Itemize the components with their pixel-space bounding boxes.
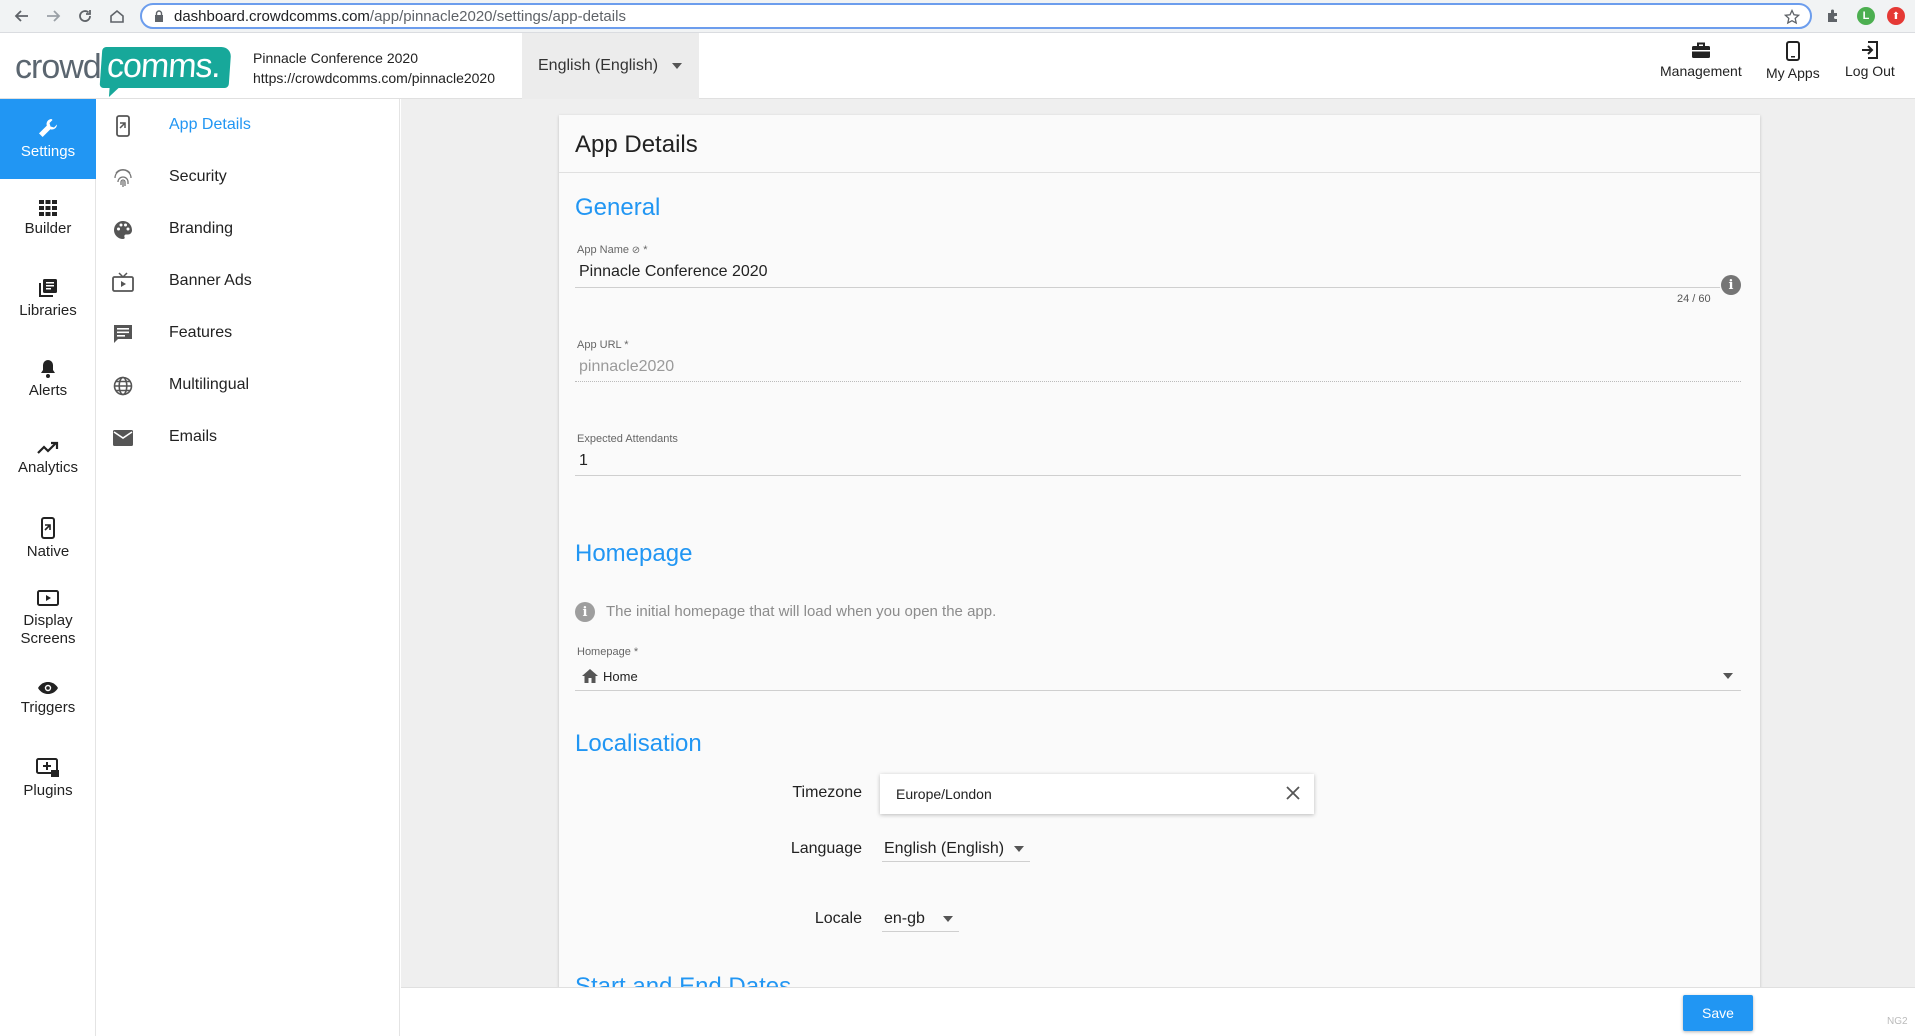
profile-avatar[interactable]: L [1857,7,1875,25]
rail-item-native[interactable]: Native [0,499,96,579]
fingerprint-icon [112,167,134,189]
tv-icon [112,271,134,293]
chevron-down-icon [1723,673,1733,679]
event-name: Pinnacle Conference 2020 [253,50,419,66]
app-name-counter: 24 / 60 [1677,293,1711,305]
rail-item-display-screens[interactable]: Display Screens [0,579,96,659]
logout-icon [1861,41,1878,59]
section-heading-homepage: Homepage [575,540,693,567]
bell-icon [41,360,55,378]
language-label: Language [790,840,862,857]
app-header: crowd comms. Pinnacle Conference 2020 htt… [0,33,1915,99]
address-bar[interactable]: dashboard.crowdcomms.com/app/pinnacle202… [140,3,1812,29]
app-url-underline [575,381,1741,382]
eye-icon [38,682,58,694]
chevron-down-icon [943,916,953,922]
language-dropdown[interactable]: English (English) [522,33,699,99]
homepage-underline [575,690,1741,691]
homepage-label: Homepage * [577,646,639,658]
rail-item-alerts[interactable]: Alerts [0,339,96,419]
trending-icon [37,441,59,454]
update-icon[interactable]: ⬆ [1887,7,1905,25]
crowdcomms-logo[interactable]: crowd comms. [15,43,232,91]
management-button[interactable]: Management [1660,41,1742,79]
timezone-label: Timezone [792,784,862,801]
star-icon[interactable] [1784,9,1800,25]
library-icon [39,279,57,297]
mail-icon [112,427,134,449]
section-heading-start-end-dates: Start and End Dates [575,973,792,987]
plugin-icon [36,758,59,777]
expected-attendants-field[interactable]: 1 [579,452,588,470]
palette-icon [112,219,134,241]
timezone-input[interactable]: Europe/London [880,774,1314,814]
browser-toolbar: dashboard.crowdcomms.com/app/pinnacle202… [0,0,1915,33]
settings-subnav: App Details Security Branding Banner Ads… [96,99,400,1036]
phone-icon [1785,41,1800,61]
home-icon[interactable] [105,4,129,28]
reload-icon[interactable] [73,4,97,28]
locale-select[interactable]: en-gb [882,906,959,932]
lock-icon [155,10,163,22]
info-icon[interactable]: i [1721,275,1741,295]
rail-item-libraries[interactable]: Libraries [0,259,96,339]
locale-label: Locale [814,910,862,927]
app-name-underline [575,287,1720,288]
globe-icon: ⊘ [628,245,641,256]
url-text: dashboard.crowdcomms.com/app/pinnacle202… [174,7,626,25]
app-name-field[interactable]: Pinnacle Conference 2020 [579,263,768,281]
main-content: App Details General App Name ⊘ * Pinnacl… [401,99,1915,987]
rail-item-settings[interactable]: Settings [0,99,96,179]
subnav-item-app-details[interactable]: App Details [96,99,399,151]
play-screen-icon [37,590,59,606]
rail-item-builder[interactable]: Builder [0,179,96,259]
homepage-hint: The initial homepage that will load when… [606,603,997,620]
subnav-item-multilingual[interactable]: Multilingual [96,359,399,411]
info-icon: i [575,602,595,622]
home-icon [582,669,598,683]
subnav-item-features[interactable]: Features [96,307,399,359]
section-heading-localisation: Localisation [575,730,702,757]
rail-item-triggers[interactable]: Triggers [0,659,96,739]
chat-icon [112,323,134,345]
event-info: Pinnacle Conference 2020 https://crowdco… [253,48,495,88]
footer-bar: Save NG2 [401,987,1915,1036]
language-select[interactable]: English (English) [882,836,1030,862]
back-icon[interactable] [10,4,34,28]
subnav-item-security[interactable]: Security [96,151,399,203]
app-details-card: App Details General App Name ⊘ * Pinnacl… [559,115,1760,987]
page-title: App Details [559,115,1760,173]
my-apps-button[interactable]: My Apps [1766,41,1820,81]
main-nav-rail: Settings Builder Libraries Alerts Analyt… [0,99,96,1036]
grid-icon [39,200,57,216]
event-url: https://crowdcomms.com/pinnacle2020 [253,70,495,86]
close-icon[interactable] [1284,784,1302,802]
chevron-down-icon [672,63,683,69]
subnav-item-branding[interactable]: Branding [96,203,399,255]
expected-attendants-label: Expected Attendants [577,433,678,445]
rail-item-analytics[interactable]: Analytics [0,419,96,499]
app-name-label: App Name ⊘ * [577,244,648,256]
briefcase-icon [1691,42,1710,58]
homepage-select[interactable]: Home [575,665,1741,691]
log-out-button[interactable]: Log Out [1845,41,1895,79]
expected-attendants-underline [575,475,1741,476]
section-heading-general: General [575,194,661,221]
subnav-item-emails[interactable]: Emails [96,411,399,463]
rail-item-plugins[interactable]: Plugins [0,739,96,819]
forward-icon[interactable] [41,4,65,28]
save-button[interactable]: Save [1683,995,1753,1031]
app-url-label: App URL * [577,339,629,351]
app-url-field[interactable]: pinnacle2020 [579,358,674,376]
globe-icon [112,375,134,397]
device-icon [112,115,134,137]
chevron-down-icon [1014,846,1024,852]
extensions-icon[interactable] [1824,7,1842,25]
device-icon [41,517,55,539]
subnav-item-banner-ads[interactable]: Banner Ads [96,255,399,307]
wrench-icon [39,119,57,137]
version-tag: NG2 [1887,1016,1908,1027]
